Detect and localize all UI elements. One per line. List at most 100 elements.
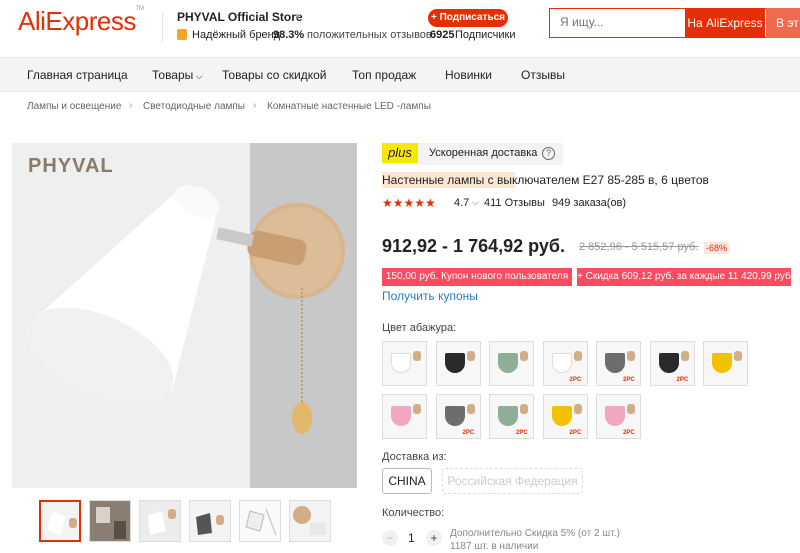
thumbnail[interactable]: [239, 500, 281, 542]
original-price: 2 852,96 - 5 515,57 руб.: [579, 241, 699, 253]
trusted-brand-icon: [177, 29, 187, 40]
ship-option-china[interactable]: CHINA: [382, 468, 432, 494]
lamp-shade-icon: [391, 353, 411, 373]
color-label: Цвет абажура:: [382, 322, 457, 334]
thumbnail[interactable]: [139, 500, 181, 542]
swatch-tag: 2PC: [623, 430, 635, 436]
thumbnail[interactable]: [289, 500, 331, 542]
lamp-shade-icon: [444, 406, 465, 426]
lamp-shade-icon: [605, 353, 625, 373]
swatch-tag: 2PC: [569, 430, 582, 436]
color-swatch[interactable]: 2PC: [489, 394, 534, 439]
positive-feedback-pct: 98.3%: [273, 29, 305, 41]
wood-mount-icon: [680, 351, 689, 361]
ship-from-label: Доставка из:: [382, 451, 447, 463]
color-swatch[interactable]: 2PC: [596, 394, 641, 439]
wood-mount-icon: [413, 404, 421, 414]
nav-item-sale[interactable]: Товары со скидкой: [222, 68, 326, 82]
wood-mount-icon: [573, 351, 582, 361]
color-swatch[interactable]: 2PC: [596, 341, 641, 386]
chevron-right-icon: ›: [253, 100, 257, 111]
quantity-increase-button[interactable]: +: [426, 530, 442, 546]
wood-mount-icon: [466, 351, 475, 361]
product-main-image[interactable]: PHYVAL: [12, 143, 357, 488]
search-store-button[interactable]: В эт: [766, 8, 800, 38]
nav-item-reviews[interactable]: Отзывы: [521, 68, 565, 82]
lamp-shade-icon: [444, 353, 465, 373]
chevron-down-icon[interactable]: ⌵: [472, 197, 479, 208]
lamp-illustration: [26, 184, 345, 434]
quantity-decrease-button[interactable]: −: [382, 530, 398, 546]
wood-mount-icon: [627, 351, 635, 361]
color-swatch[interactable]: 2PC: [649, 341, 695, 386]
thumbnail-lamp-icon: [293, 506, 326, 535]
followers-label: Подписчики: [455, 29, 516, 41]
wood-mount-icon: [413, 351, 421, 361]
wood-mount-icon: [466, 404, 475, 414]
color-swatch[interactable]: 2PC: [542, 341, 588, 386]
ship-option-russia[interactable]: Российская Федерация: [442, 468, 583, 494]
thumbnail-lamp-icon: [46, 512, 77, 536]
color-swatch[interactable]: [382, 394, 427, 439]
swatch-tag: 2PC: [676, 377, 689, 383]
quantity-value[interactable]: 1: [408, 531, 415, 545]
new-user-coupon[interactable]: 150,00 руб. Купон нового пользователя: [382, 268, 572, 286]
header: AliExpressTM PHYVAL Official Store ▼ Над…: [0, 0, 800, 57]
bulk-discount-note: Дополнительно Скидка 5% (от 2 шт.): [450, 528, 620, 539]
wood-mount-icon: [627, 404, 635, 414]
lamp-shade-icon: [551, 353, 572, 373]
color-swatch[interactable]: 2PC: [542, 394, 588, 439]
nav-item-new[interactable]: Новинки: [445, 68, 492, 82]
chevron-right-icon: ›: [129, 100, 133, 111]
help-icon[interactable]: ?: [542, 147, 555, 160]
swatch-tag: 2PC: [569, 377, 582, 383]
search-input[interactable]: [560, 15, 680, 29]
orders-count: 949 заказа(ов): [552, 197, 627, 209]
thumbnail[interactable]: [189, 500, 231, 542]
lamp-shade-icon: [498, 353, 518, 373]
discount-badge: -68%: [704, 242, 730, 254]
caret-down-icon[interactable]: ▼: [294, 12, 302, 21]
lamp-shade-icon: [498, 406, 518, 426]
store-name[interactable]: PHYVAL Official Store: [177, 10, 303, 24]
search-aliexpress-button[interactable]: На AliExpress: [685, 8, 765, 38]
wood-mount-icon: [573, 404, 582, 414]
fast-delivery-label: Ускоренная доставка: [429, 147, 538, 159]
breadcrumb-item[interactable]: Лампы и освещение: [27, 101, 121, 112]
rating-value[interactable]: 4.7: [454, 197, 469, 209]
color-swatch[interactable]: [489, 341, 534, 386]
lamp-shade-icon: [551, 406, 572, 426]
lamp-shade-icon: [658, 353, 679, 373]
lamp-shade-icon: [712, 353, 732, 373]
thumbnail[interactable]: [89, 500, 131, 542]
divider: [162, 12, 163, 42]
product-title: Настенные лампы с выключателем E27 85-28…: [382, 173, 709, 187]
wood-mount-icon: [520, 404, 528, 414]
store-discount-coupon[interactable]: + Скидка 609,12 руб. за каждые 11 420,99…: [577, 268, 791, 286]
breadcrumb-item[interactable]: Комнатные настенные LED -лампы: [267, 101, 431, 112]
swatch-tag: 2PC: [623, 377, 635, 383]
color-swatch[interactable]: [382, 341, 427, 386]
wood-mount-icon: [734, 351, 742, 361]
wood-mount-icon: [520, 351, 528, 361]
thumbnail[interactable]: [39, 500, 81, 542]
nav-item-products[interactable]: Товары ⌵: [152, 68, 203, 82]
get-coupons-link[interactable]: Получить купоны: [382, 289, 478, 303]
nav-item-home[interactable]: Главная страница: [27, 68, 128, 82]
thumbnail-lamp-icon: [140, 501, 180, 541]
quantity-label: Количество:: [382, 507, 445, 519]
swatch-tag: 2PC: [462, 430, 475, 436]
color-swatch[interactable]: [435, 341, 481, 386]
followers-count: 6925: [430, 29, 455, 41]
nav-item-top-sales[interactable]: Топ продаж: [352, 68, 416, 82]
subscribe-button[interactable]: + Подписаться: [428, 9, 508, 27]
trusted-brand-label: Надёжный бренд: [192, 29, 281, 41]
positive-feedback-label: положительных отзывов: [307, 29, 432, 41]
color-swatch[interactable]: 2PC: [435, 394, 481, 439]
breadcrumb-item[interactable]: Светодиодные лампы: [143, 101, 245, 112]
rating-stars-icon: ★★★★★: [382, 196, 436, 210]
aliexpress-logo[interactable]: AliExpressTM: [18, 6, 144, 37]
thumbnail-diagram-icon: [240, 501, 280, 541]
reviews-link[interactable]: 411 Отзывы: [484, 197, 545, 209]
color-swatch[interactable]: [703, 341, 748, 386]
